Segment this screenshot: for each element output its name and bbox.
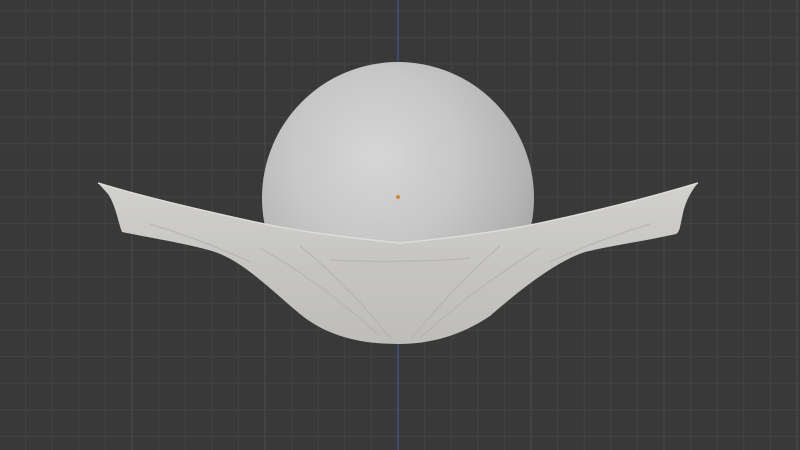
3d-viewport[interactable] (0, 0, 800, 450)
origin-dot-icon (396, 195, 400, 199)
viewport-canvas[interactable] (0, 0, 800, 450)
